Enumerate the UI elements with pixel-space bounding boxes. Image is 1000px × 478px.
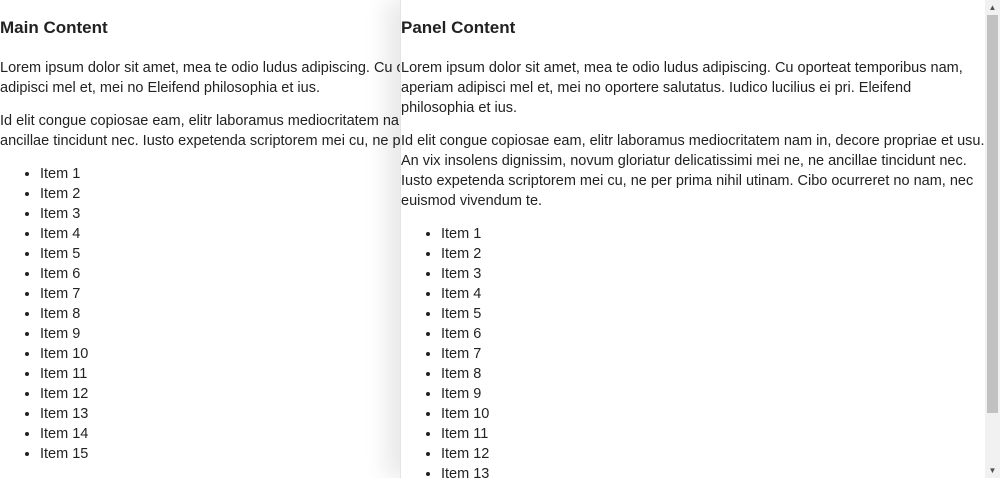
main-list: Item 1 Item 2 Item 3 Item 4 Item 5 Item … <box>0 164 400 464</box>
panel-paragraph-2: Id elit congue copiosae eam, elitr labor… <box>401 133 985 209</box>
main-list-item: Item 8 <box>40 304 400 324</box>
main-list-item: Item 4 <box>40 224 400 244</box>
panel-list-item: Item 2 <box>441 244 986 264</box>
main-list-item: Item 10 <box>40 344 400 364</box>
panel-list-item: Item 10 <box>441 404 986 424</box>
panel-list: Item 1 Item 2 Item 3 Item 4 Item 5 Item … <box>401 224 986 478</box>
main-heading: Main Content <box>0 18 108 37</box>
main-list-item: Item 6 <box>40 264 400 284</box>
main-list-item: Item 7 <box>40 284 400 304</box>
panel-paragraph-1: Lorem ipsum dolor sit amet, mea te odio … <box>401 60 963 116</box>
panel-list-item: Item 3 <box>441 264 986 284</box>
panel-list-item: Item 1 <box>441 224 986 244</box>
arrow-down-icon[interactable]: ▼ <box>985 463 1000 478</box>
main-list-item: Item 9 <box>40 324 400 344</box>
panel-list-item: Item 7 <box>441 344 986 364</box>
main-list-item: Item 2 <box>40 184 400 204</box>
main-list-item: Item 14 <box>40 424 400 444</box>
panel-list-item: Item 13 <box>441 464 986 478</box>
side-panel: Panel Content Lorem ipsum dolor sit amet… <box>400 0 1000 478</box>
main-list-item: Item 13 <box>40 404 400 424</box>
viewport: Main Content Lorem ipsum dolor sit amet,… <box>0 0 1000 478</box>
main-list-item: Item 12 <box>40 384 400 404</box>
panel-list-item: Item 6 <box>441 324 986 344</box>
panel-scrollbar[interactable]: ▲ ▼ <box>985 0 1000 478</box>
panel-content-inner: Panel Content Lorem ipsum dolor sit amet… <box>401 18 986 478</box>
panel-list-item: Item 5 <box>441 304 986 324</box>
panel-list-item: Item 12 <box>441 444 986 464</box>
panel-list-item: Item 4 <box>441 284 986 304</box>
scrollbar-thumb[interactable] <box>987 15 998 413</box>
main-paragraph-1: Lorem ipsum dolor sit amet, mea te odio … <box>0 60 400 96</box>
main-list-item: Item 3 <box>40 204 400 224</box>
panel-heading: Panel Content <box>401 18 516 37</box>
panel-list-item: Item 9 <box>441 384 986 404</box>
main-list-item: Item 15 <box>40 444 400 464</box>
main-content: Main Content Lorem ipsum dolor sit amet,… <box>0 0 400 478</box>
arrow-up-icon[interactable]: ▲ <box>985 0 1000 15</box>
main-list-item: Item 1 <box>40 164 400 184</box>
main-list-item: Item 11 <box>40 364 400 384</box>
panel-list-item: Item 11 <box>441 424 986 444</box>
panel-scroll-area[interactable]: Panel Content Lorem ipsum dolor sit amet… <box>401 0 986 478</box>
main-paragraph-2: Id elit congue copiosae eam, elitr labor… <box>0 113 400 149</box>
main-content-inner: Main Content Lorem ipsum dolor sit amet,… <box>0 18 400 464</box>
main-list-item: Item 5 <box>40 244 400 264</box>
panel-list-item: Item 8 <box>441 364 986 384</box>
